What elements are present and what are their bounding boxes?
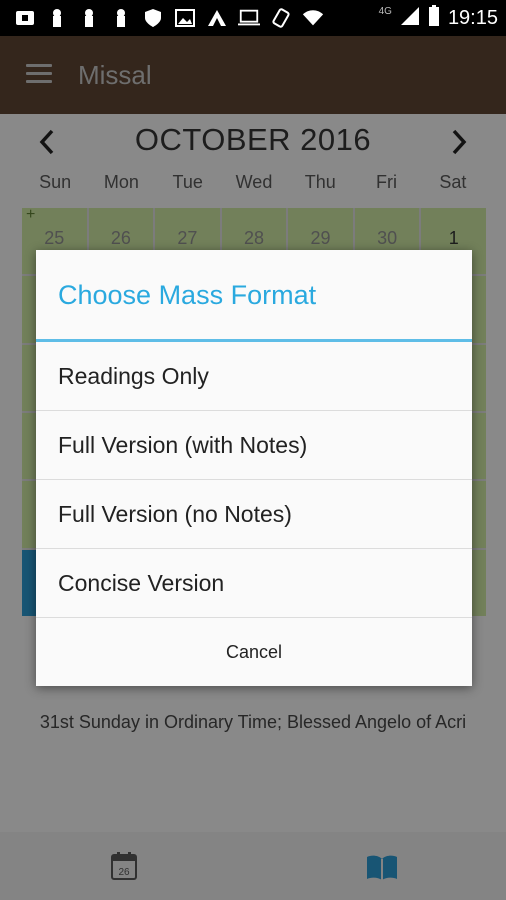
image-icon xyxy=(174,8,196,28)
clock: 19:15 xyxy=(447,6,498,29)
dialog-title: Choose Mass Format xyxy=(58,280,317,310)
option-full-with-notes[interactable]: Full Version (with Notes) xyxy=(36,411,472,480)
bookmark-icon xyxy=(46,8,68,28)
bookmark-icon xyxy=(110,8,132,28)
option-concise-version[interactable]: Concise Version xyxy=(36,549,472,618)
network-type: 4G xyxy=(378,5,392,17)
shield-icon xyxy=(142,8,164,28)
signal-icon xyxy=(400,6,420,31)
dialog-options: Readings Only Full Version (with Notes) … xyxy=(36,342,472,618)
cancel-button[interactable]: Cancel xyxy=(36,619,472,686)
rotate-icon xyxy=(270,8,292,28)
option-readings-only[interactable]: Readings Only xyxy=(36,342,472,411)
battery-icon xyxy=(428,4,440,32)
status-icons-left xyxy=(14,8,324,28)
option-full-no-notes[interactable]: Full Version (no Notes) xyxy=(36,480,472,549)
status-icons-right: 4G 19:15 xyxy=(378,4,498,32)
laptop-icon xyxy=(238,8,260,28)
dim-overlay-appbar xyxy=(0,36,506,114)
status-bar: 4G 19:15 xyxy=(0,0,506,36)
mass-format-dialog: Choose Mass Format Readings Only Full Ve… xyxy=(36,250,472,686)
wifi-icon xyxy=(302,8,324,28)
bookmark-icon xyxy=(78,8,100,28)
notification-icon xyxy=(14,8,36,28)
a-icon xyxy=(206,8,228,28)
